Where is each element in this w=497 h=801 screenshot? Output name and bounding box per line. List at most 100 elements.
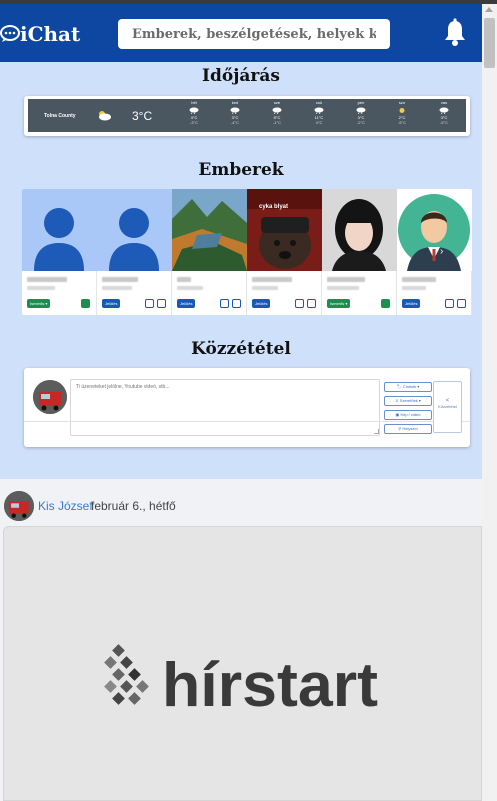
person-card[interactable]: Jelölés (397, 189, 472, 315)
forecast-low: -4°C (230, 120, 240, 125)
forecast-day-name: ked (231, 100, 239, 105)
forecast-low: -1°C (272, 120, 282, 125)
forecast-day-name: csü (315, 100, 323, 105)
carousel-next-icon[interactable]: › (440, 246, 443, 257)
person-info-blurred (27, 286, 55, 290)
chat-bubble-icon (0, 25, 20, 42)
rain-icon (272, 107, 282, 114)
scrollbar-thumb[interactable] (484, 18, 495, 68)
message-button[interactable] (295, 299, 304, 308)
forecast-low: -5°C (439, 120, 449, 125)
rain-icon (189, 107, 199, 114)
weather-current-temp: 3°C (132, 109, 153, 123)
forecast-day-name: pén (357, 100, 365, 105)
message-button[interactable] (145, 299, 154, 308)
hirstart-wordmark: hírstart (162, 651, 378, 720)
friend-status-button[interactable]: Ismerős ▾ (327, 299, 351, 308)
navbar: iChat (0, 4, 482, 62)
person-info-blurred (102, 286, 132, 290)
location-button[interactable]: ⚲ Helyszín (384, 424, 432, 434)
default-avatar-icon (109, 208, 159, 271)
forecast-low: 4°C (315, 120, 323, 125)
forecast-low: -3°C (189, 120, 199, 125)
add-friend-button[interactable]: Jelölés (252, 299, 271, 308)
publish-button[interactable]: < Közzététel (433, 381, 462, 433)
person-photo[interactable] (97, 189, 172, 271)
rain-icon (439, 107, 449, 114)
person-photo[interactable] (172, 189, 247, 271)
page-scrollbar[interactable] (482, 4, 497, 801)
forecast-day: pén 3°C -2°C (345, 99, 377, 125)
add-friend-label: Jelölés (255, 301, 268, 306)
rain-icon (314, 107, 324, 114)
favorite-button[interactable] (307, 299, 316, 308)
weather-location: Tolna County (44, 113, 76, 119)
forecast-day-name: szo (398, 100, 406, 105)
compose-title: Közzététel (191, 339, 291, 359)
person-card[interactable]: Ismerős ▾ (322, 189, 397, 315)
sun-icon (399, 108, 405, 113)
add-friend-button[interactable]: Jelölés (102, 299, 121, 308)
post-text-input[interactable] (70, 379, 380, 436)
scroll-up-arrow-icon[interactable] (485, 7, 493, 12)
hirstart-diamond-icon (104, 644, 149, 705)
message-button[interactable] (81, 299, 90, 308)
add-friend-label: Jelölés (405, 301, 418, 306)
tag-button[interactable]: 🏷 Címkék ▾ (384, 382, 432, 392)
forecast-day: ked 3°C -4°C (219, 99, 251, 125)
rain-icon (356, 107, 366, 114)
add-friend-button[interactable]: Jelölés (402, 299, 421, 308)
person-info-blurred (177, 286, 203, 290)
add-friend-button[interactable]: Jelölés (177, 299, 196, 308)
message-button[interactable] (445, 299, 454, 308)
post-author-avatar[interactable] (4, 491, 34, 521)
search-input[interactable] (118, 19, 390, 49)
friend-status-button[interactable]: Ismerős ▾ (27, 299, 51, 308)
person-name-blurred (402, 277, 436, 282)
man-illustration-image (398, 194, 470, 271)
friend-status-label: Ismerős (30, 301, 45, 306)
person-card[interactable]: Jelölés (172, 189, 247, 315)
user-avatar (33, 380, 67, 414)
forecast-day-name: hét (191, 100, 197, 105)
default-avatar-icon (34, 208, 84, 271)
favorite-button[interactable] (232, 299, 241, 308)
rain-icon (230, 107, 240, 114)
post-author-link[interactable]: Kis József (38, 499, 93, 513)
message-button[interactable] (220, 299, 229, 308)
person-card[interactable]: cyka blyat Jelölés (247, 189, 322, 315)
tag-button-label: Címkék (402, 384, 417, 389)
hirstart-logo: hírstart (104, 644, 378, 720)
feeling-button-label: Szeretőek (399, 398, 418, 403)
media-button[interactable]: ▣ Kép / videó (384, 410, 432, 420)
favorite-button[interactable] (457, 299, 466, 308)
feeling-button[interactable]: ♙ Szeretőek ▾ (384, 396, 432, 406)
forecast-low: -5°C (397, 120, 407, 125)
favorite-button[interactable] (157, 299, 166, 308)
media-button-label: Kép / videó (400, 412, 421, 417)
forecast-day: sze 5°C -1°C (261, 99, 293, 125)
add-friend-label: Jelölés (105, 301, 118, 306)
location-button-label: Helyszín (402, 426, 418, 431)
person-card[interactable]: Ismerős ▾ (22, 189, 97, 315)
person-name-blurred (27, 277, 67, 282)
message-button[interactable] (381, 299, 390, 308)
people-carousel: Ismerős ▾ Jelölés Jelölés cyka blyat Jel… (22, 189, 472, 315)
post-date: február 6., hétfő (91, 499, 176, 513)
textarea-resize-handle[interactable] (374, 429, 379, 434)
app-logo[interactable]: iChat (0, 22, 80, 46)
person-photo[interactable] (322, 189, 397, 271)
dog-photo-image (247, 189, 322, 271)
notification-bell-icon[interactable] (442, 18, 468, 48)
friend-status-label: Ismerős (330, 301, 345, 306)
person-name-blurred (102, 277, 138, 282)
person-name-blurred (252, 277, 292, 282)
forecast-low: -2°C (356, 120, 366, 125)
fjord-landscape-image (172, 189, 247, 271)
person-photo[interactable] (397, 189, 472, 271)
woman-portrait-image (322, 189, 397, 271)
person-photo[interactable]: cyka blyat (247, 189, 322, 271)
person-photo[interactable] (22, 189, 97, 271)
forecast-day: vas 3°C -5°C (428, 99, 460, 125)
person-card[interactable]: Jelölés (97, 189, 172, 315)
